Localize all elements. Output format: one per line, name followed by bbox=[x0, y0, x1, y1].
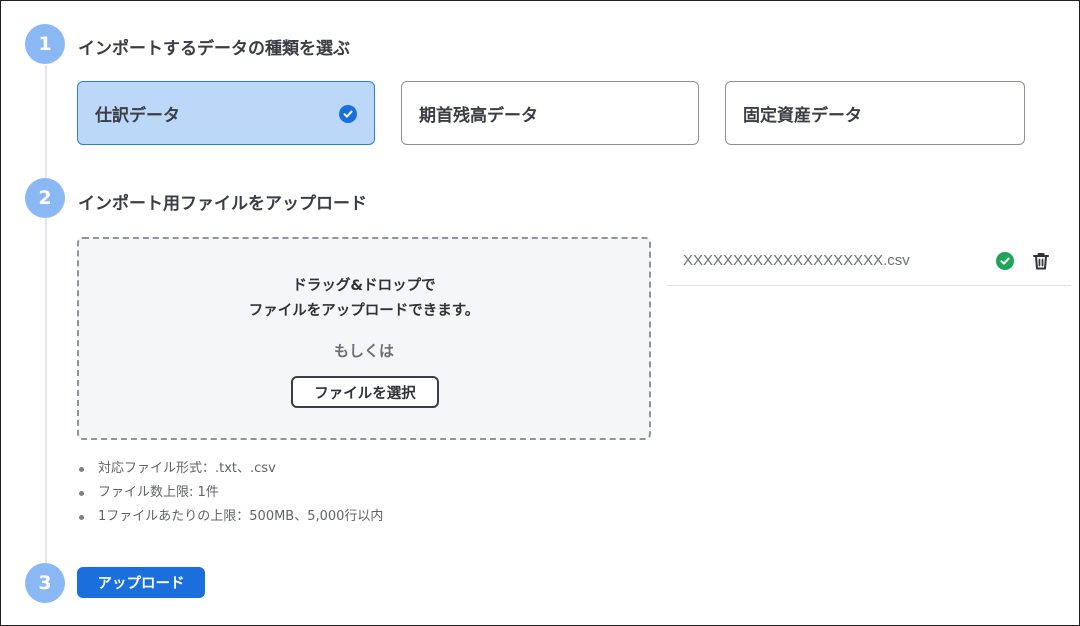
note-file-count: ファイル数上限: 1件 bbox=[79, 483, 383, 507]
data-type-label: 期首残高データ bbox=[419, 105, 538, 126]
data-type-label: 固定資産データ bbox=[743, 105, 862, 126]
step-1-circle: 1 bbox=[25, 24, 65, 64]
selected-check-icon bbox=[339, 105, 357, 123]
step-timeline bbox=[45, 65, 47, 565]
dropzone-instruction-line2: ファイルをアップロードできます。 bbox=[248, 303, 480, 319]
note-size-limit: 1ファイルあたりの上限：500MB、5,000行以内 bbox=[79, 507, 383, 531]
step-2-circle: 2 bbox=[25, 178, 65, 218]
uploaded-file-name: XXXXXXXXXXXXXXXXXXXX.csv bbox=[683, 252, 910, 269]
file-requirements-list: 対応ファイル形式：.txt、.csv ファイル数上限: 1件 1ファイルあたりの… bbox=[79, 459, 383, 531]
dropzone-instruction-line1: ドラッグ&ドロップで bbox=[292, 278, 436, 294]
data-type-label: 仕訳データ bbox=[95, 105, 180, 126]
trash-icon[interactable] bbox=[1031, 251, 1051, 271]
step-2-title: インポート用ファイルをアップロード bbox=[78, 194, 367, 214]
dropzone-or-text: もしくは bbox=[333, 342, 394, 360]
uploaded-file-row: XXXXXXXXXXXXXXXXXXXX.csv bbox=[667, 241, 1071, 286]
note-file-format: 対応ファイル形式：.txt、.csv bbox=[79, 459, 383, 483]
select-file-button[interactable]: ファイルを選択 bbox=[291, 376, 439, 408]
step-3-circle: 3 bbox=[25, 563, 65, 603]
data-type-option-opening-balance[interactable]: 期首残高データ bbox=[401, 81, 699, 145]
step-1-title: インポートするデータの種類を選ぶ bbox=[78, 39, 350, 59]
data-type-option-fixed-assets[interactable]: 固定資産データ bbox=[725, 81, 1025, 145]
data-type-option-journal[interactable]: 仕訳データ bbox=[77, 81, 375, 145]
import-panel: 1 インポートするデータの種類を選ぶ 仕訳データ 期首残高データ 固定資産データ… bbox=[0, 0, 1080, 626]
upload-button[interactable]: アップロード bbox=[77, 567, 205, 598]
check-circle-icon bbox=[996, 252, 1014, 270]
file-dropzone[interactable]: ドラッグ&ドロップで ファイルをアップロードできます。 もしくは ファイルを選択 bbox=[77, 237, 651, 440]
